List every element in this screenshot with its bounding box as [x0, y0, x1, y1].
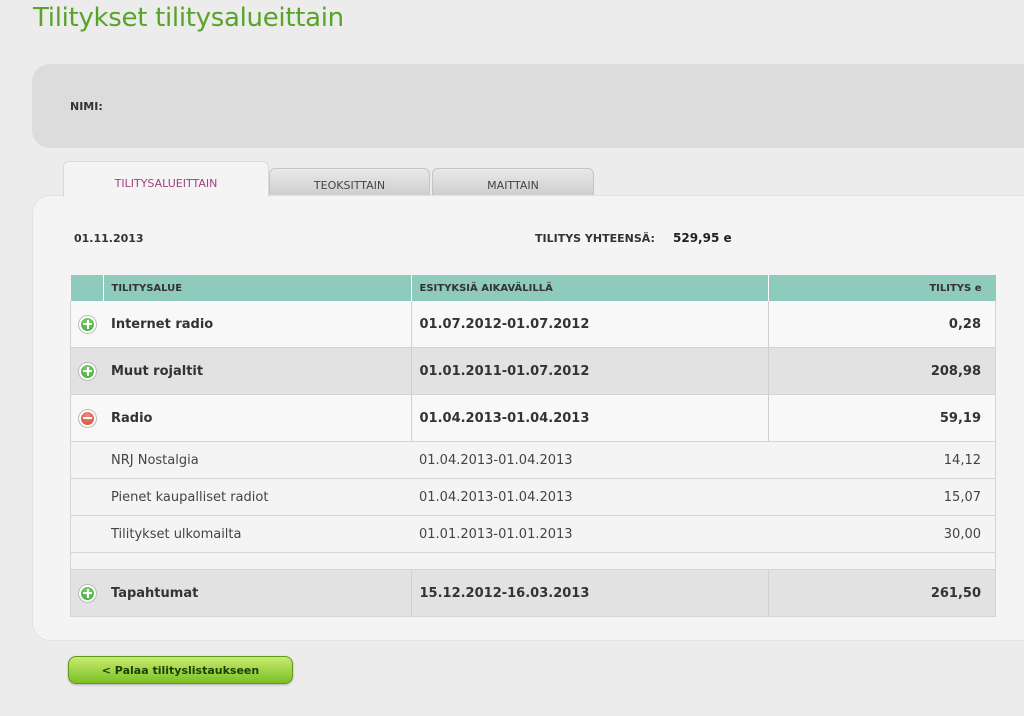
- header-area: TILITYSALUE: [103, 275, 412, 301]
- sub-row: Pienet kaupalliset radiot 01.04.2013-01.…: [70, 478, 996, 516]
- row-area: Tapahtumat: [103, 569, 411, 617]
- total-value: 529,95 e: [673, 231, 732, 245]
- sub-row-period: 01.04.2013-01.04.2013: [411, 441, 768, 479]
- row-area: Internet radio: [103, 301, 411, 348]
- total-label: TILITYS YHTEENSÄ:: [535, 232, 655, 245]
- plus-circle-icon[interactable]: [79, 315, 96, 333]
- name-label: NIMI:: [70, 100, 103, 113]
- sub-row-area: NRJ Nostalgia: [103, 441, 411, 479]
- sub-row-amount: 14,12: [768, 441, 996, 479]
- tab-tilitysalueittain[interactable]: TILITYSALUEITTAIN: [63, 161, 269, 197]
- row-period: 15.12.2012-16.03.2013: [410, 569, 768, 617]
- sub-row-amount: 30,00: [768, 515, 996, 553]
- page-title: Tilitykset tilitysalueittain: [33, 3, 344, 33]
- row-period: 01.04.2013-01.04.2013: [410, 394, 768, 442]
- table-row: Tapahtumat 15.12.2012-16.03.2013 261,50: [70, 569, 996, 617]
- settlement-table: TILITYSALUE ESITYKSIÄ AIKAVÄLILLÄ TILITY…: [70, 275, 996, 617]
- table-row: Muut rojaltit 01.01.2011-01.07.2012 208,…: [70, 347, 996, 395]
- sub-row-area: Pienet kaupalliset radiot: [103, 478, 411, 516]
- minus-circle-icon[interactable]: [79, 409, 96, 427]
- sub-row: Tilitykset ulkomailta 01.01.2013-01.01.2…: [70, 515, 996, 553]
- plus-circle-icon[interactable]: [79, 584, 96, 602]
- row-amount: 261,50: [767, 569, 996, 617]
- row-area: Radio: [103, 394, 411, 442]
- header-period: ESITYKSIÄ AIKAVÄLILLÄ: [411, 275, 769, 301]
- header-amount: TILITYS e: [768, 275, 996, 301]
- header-icon-col: [70, 275, 104, 301]
- row-amount: 59,19: [767, 394, 996, 442]
- sub-row-amount: 15,07: [768, 478, 996, 516]
- table-header-row: TILITYSALUE ESITYKSIÄ AIKAVÄLILLÄ TILITY…: [70, 275, 996, 301]
- row-amount: 0,28: [767, 301, 996, 348]
- table-row: Radio 01.04.2013-01.04.2013 59,19: [70, 394, 996, 442]
- plus-circle-icon[interactable]: [79, 362, 96, 380]
- name-panel: NIMI:: [32, 64, 1024, 148]
- sub-row: NRJ Nostalgia 01.04.2013-01.04.2013 14,1…: [70, 441, 996, 479]
- tab-maittain[interactable]: MAITTAIN: [432, 168, 594, 196]
- row-area: Muut rojaltit: [103, 347, 411, 395]
- row-amount: 208,98: [767, 347, 996, 395]
- spacer-row: [70, 552, 996, 570]
- tab-teoksittain[interactable]: TEOKSITTAIN: [269, 168, 430, 196]
- sub-row-area: Tilitykset ulkomailta: [103, 515, 411, 553]
- settlement-date: 01.11.2013: [74, 232, 144, 245]
- table-row: Internet radio 01.07.2012-01.07.2012 0,2…: [70, 301, 996, 348]
- row-period: 01.07.2012-01.07.2012: [410, 301, 768, 348]
- sub-row-period: 01.04.2013-01.04.2013: [411, 478, 768, 516]
- sub-row-period: 01.01.2013-01.01.2013: [411, 515, 768, 553]
- row-period: 01.01.2011-01.07.2012: [410, 347, 768, 395]
- back-to-list-button[interactable]: < Palaa tilityslistaukseen: [68, 656, 293, 684]
